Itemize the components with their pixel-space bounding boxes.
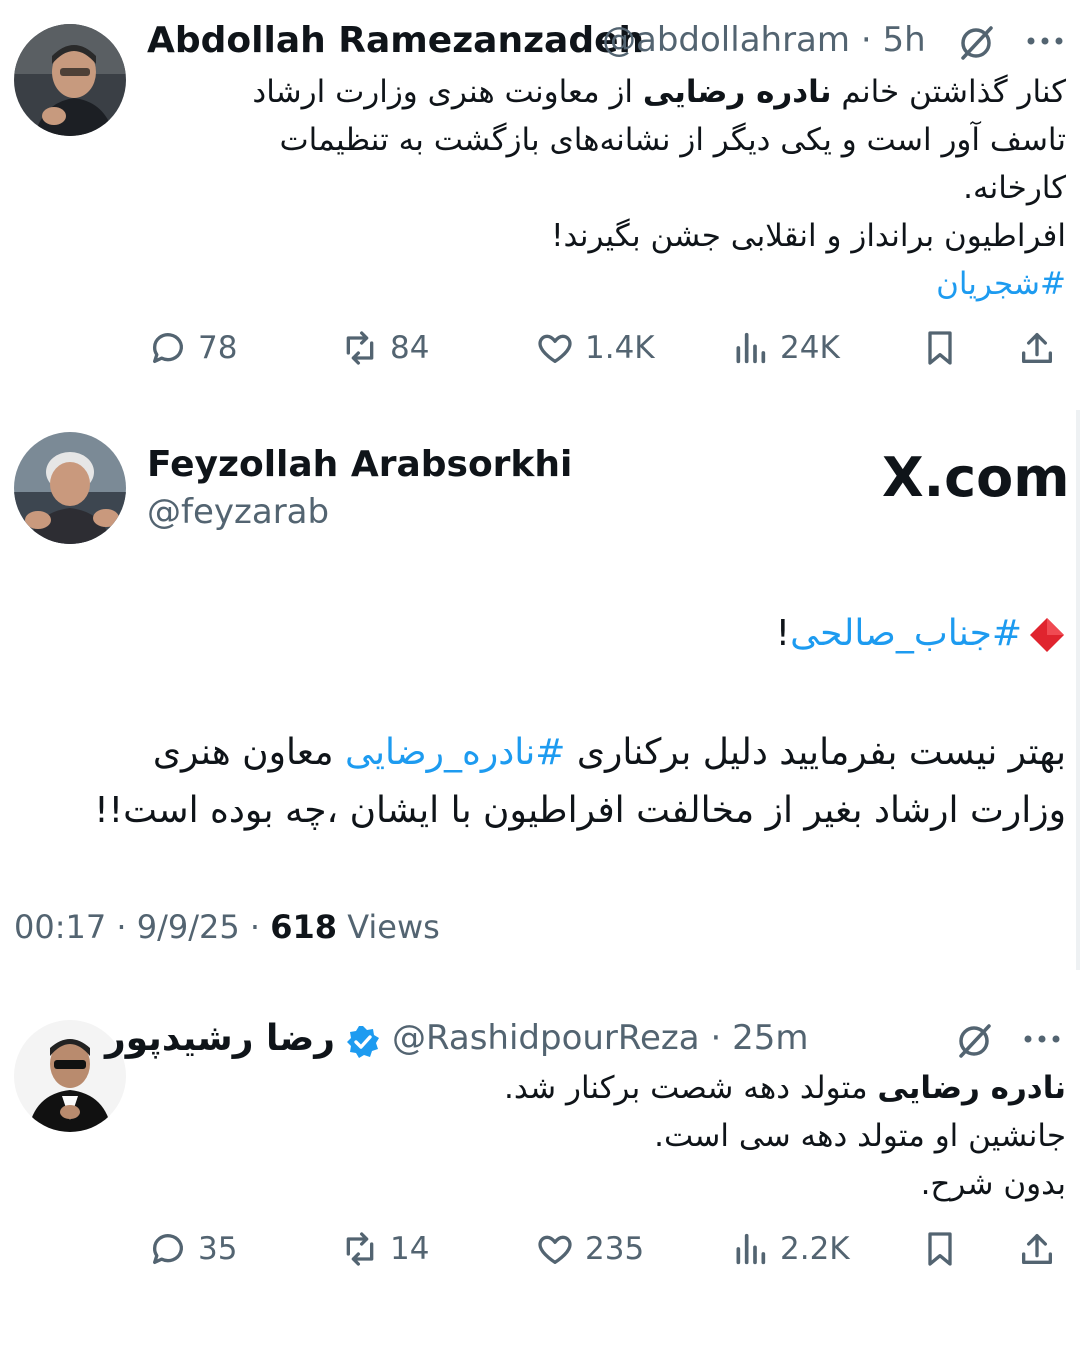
action-bar: 35 14 235 2.2K (145, 1224, 1065, 1274)
line-text: متولد دهه شصت برکنار شد. (504, 1070, 878, 1106)
separator: · (860, 20, 872, 60)
author-handle[interactable]: @RashidpourReza · 25m (392, 1018, 808, 1058)
reply-button[interactable]: 78 (148, 323, 237, 373)
author-name[interactable]: رضا رشیدپور (105, 1018, 335, 1059)
reply-button[interactable]: 35 (148, 1224, 237, 1274)
heart-icon (538, 334, 572, 363)
tweet-body: بهتر نیست بفرمایید دلیل برکناری #نادره_ر… (66, 724, 1066, 840)
reply-count: 35 (198, 1231, 238, 1267)
date[interactable]: 9/9/25 (137, 908, 240, 946)
reply-icon (153, 333, 183, 363)
separator: · (116, 908, 127, 946)
bookmark-button[interactable] (920, 323, 960, 373)
tweet-line: جانشین او متولد دهه سی است. (654, 1118, 1066, 1154)
line-text: کنار گذاشتن خانم (831, 74, 1066, 110)
tweet-body: نادره رضایی متولد دهه شصت برکنار شد. جان… (166, 1064, 1066, 1208)
views-count: 618 (270, 908, 338, 946)
timestamp[interactable]: 25m (732, 1018, 808, 1058)
like-button[interactable]: 1.4K (535, 323, 655, 373)
action-bar: 78 84 1.4K 24K (145, 323, 1065, 373)
tweet-line: وزارت ارشاد بغیر از مخالفت افراطیون با ا… (94, 790, 1066, 831)
share-icon (1022, 1234, 1052, 1264)
tweet-line: بدون شرح. (920, 1166, 1066, 1202)
verified-badge-icon (345, 1024, 381, 1060)
views-count: 2.2K (780, 1231, 850, 1267)
retweet-button[interactable]: 14 (340, 1224, 429, 1274)
retweet-icon (346, 1232, 374, 1266)
tweet-body: کنار گذاشتن خانم نادره رضایی از معاونت ه… (166, 68, 1066, 308)
grok-icon[interactable] (955, 22, 997, 64)
line-text: بهتر نیست بفرمایید دلیل برکناری (565, 732, 1066, 773)
like-count: 1.4K (585, 330, 655, 366)
hashtag-link[interactable]: #جناب_صالحی (790, 613, 1022, 654)
diamond-icon (1028, 616, 1066, 654)
retweet-icon (346, 331, 374, 365)
hashtag-link[interactable]: #شجریان (166, 260, 1066, 308)
retweet-count: 14 (390, 1231, 430, 1267)
time[interactable]: 00:17 (14, 908, 106, 946)
views-icon (736, 1233, 766, 1265)
timestamp[interactable]: 5h (882, 20, 925, 60)
reply-count: 78 (198, 330, 238, 366)
avatar[interactable] (14, 432, 126, 544)
retweet-button[interactable]: 84 (340, 323, 429, 373)
author-name[interactable]: Feyzollah Arabsorkhi (147, 444, 572, 485)
views-button[interactable]: 2.2K (730, 1224, 850, 1274)
tweet-meta: 00:17 · 9/9/25 · 618 Views (14, 908, 440, 946)
views-count: 24K (780, 330, 840, 366)
share-button[interactable] (1017, 323, 1057, 373)
bookmark-icon (928, 1232, 952, 1266)
like-count: 235 (585, 1231, 645, 1267)
avatar-photo (14, 432, 126, 544)
retweet-count: 84 (390, 330, 430, 366)
hashtag-line: #جناب_صالحی! (166, 608, 1066, 660)
separator: · (710, 1018, 722, 1058)
more-options-icon[interactable] (1025, 26, 1065, 56)
handle-text[interactable]: @RashidpourReza (392, 1018, 700, 1058)
author-name[interactable]: Abdollah Ramezanzadeh (147, 20, 644, 61)
line-text: معاون هنری (152, 732, 346, 773)
exclamation: ! (775, 613, 791, 654)
views-button[interactable]: 24K (730, 323, 840, 373)
heart-icon (538, 1235, 572, 1264)
grok-icon[interactable] (953, 1020, 995, 1062)
tweet-line: بهتر نیست بفرمایید دلیل برکناری #نادره_ر… (66, 724, 1066, 782)
separator: · (249, 908, 261, 946)
bookmark-icon (928, 331, 952, 365)
avatar[interactable] (14, 24, 126, 136)
handle-text[interactable]: @abdollahram (602, 20, 850, 60)
line-text: از معاونت هنری وزارت ارشاد (252, 74, 643, 110)
avatar-photo (14, 24, 126, 136)
tweet-line: تاسف آور است و یکی دیگر از نشانه‌های باز… (279, 122, 1066, 158)
hashtag-link[interactable]: #نادره_رضایی (345, 732, 565, 773)
x-brand-logo: X.com (882, 446, 1070, 509)
tweet-line: کارخانه. (963, 170, 1066, 206)
more-options-icon[interactable] (1022, 1024, 1062, 1054)
tweet-line: افراطیون برانداز و انقلابی جشن بگیرند! (551, 218, 1066, 254)
tweet-line: نادره رضایی متولد دهه شصت برکنار شد. (166, 1064, 1066, 1112)
bold-mention: نادره رضایی (877, 1070, 1066, 1106)
bookmark-button[interactable] (920, 1224, 960, 1274)
frame-edge (1076, 410, 1080, 970)
tweet-line: کنار گذاشتن خانم نادره رضایی از معاونت ه… (166, 68, 1066, 116)
views-label: Views (347, 908, 440, 946)
bold-mention: نادره رضایی (642, 74, 832, 110)
author-handle[interactable]: @abdollahram · 5h (602, 20, 926, 60)
author-handle[interactable]: @feyzarab (147, 492, 329, 532)
views-icon (736, 332, 766, 364)
share-icon (1022, 333, 1052, 363)
like-button[interactable]: 235 (535, 1224, 644, 1274)
reply-icon (153, 1234, 183, 1264)
share-button[interactable] (1017, 1224, 1057, 1274)
